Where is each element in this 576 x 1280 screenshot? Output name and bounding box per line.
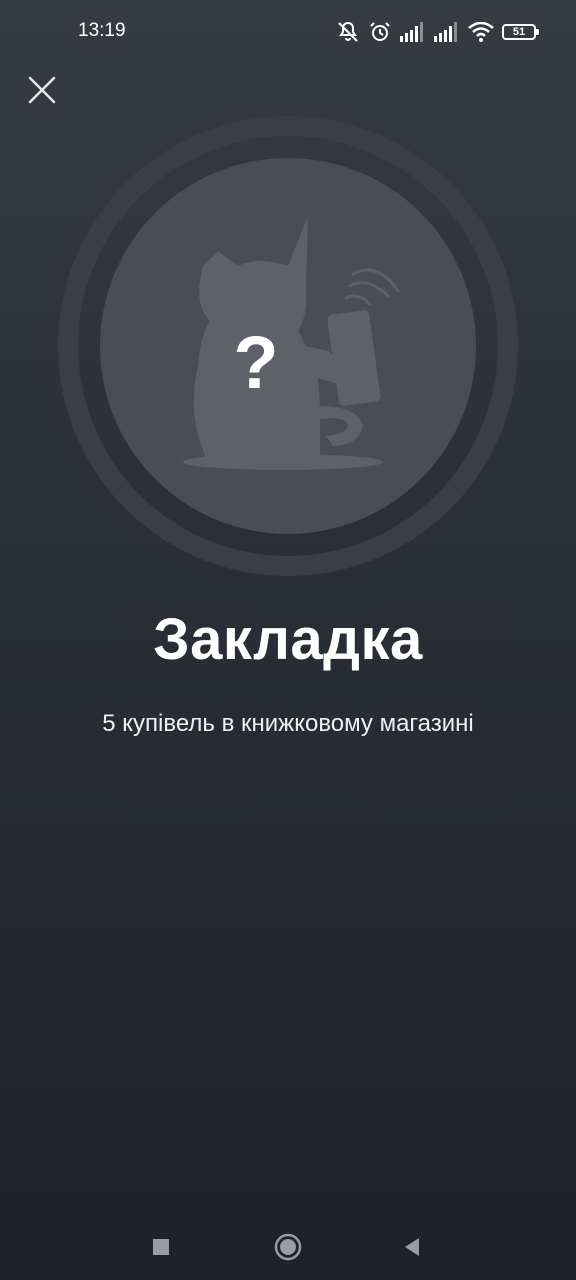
- locked-cat-badge-icon: ?: [58, 116, 518, 576]
- close-icon[interactable]: [22, 70, 62, 110]
- badge-question-mark: ?: [233, 321, 278, 404]
- alarm-icon: [368, 20, 392, 44]
- achievement-badge: ?: [58, 116, 518, 576]
- back-button[interactable]: [392, 1232, 432, 1262]
- status-time: 13:19: [78, 20, 126, 41]
- recent-apps-icon[interactable]: [151, 1237, 171, 1257]
- mute-icon: [336, 20, 360, 44]
- battery-icon: 51: [502, 24, 539, 40]
- home-icon[interactable]: [273, 1232, 303, 1262]
- status-bar: 13:19 51: [0, 0, 576, 64]
- battery-level: 51: [512, 25, 526, 38]
- navigation-bar: [0, 1210, 576, 1280]
- back-icon[interactable]: [401, 1236, 423, 1258]
- recent-apps-button[interactable]: [141, 1232, 181, 1262]
- close-button[interactable]: [22, 70, 62, 110]
- signal-icon: [434, 22, 460, 42]
- signal-icon: [400, 22, 426, 42]
- achievement-title: Закладка: [153, 607, 423, 672]
- achievement-description: 5 купівель в книжковому магазині: [102, 710, 474, 737]
- home-button[interactable]: [268, 1232, 308, 1262]
- wifi-icon: [468, 22, 494, 42]
- status-icons: 51: [336, 18, 539, 46]
